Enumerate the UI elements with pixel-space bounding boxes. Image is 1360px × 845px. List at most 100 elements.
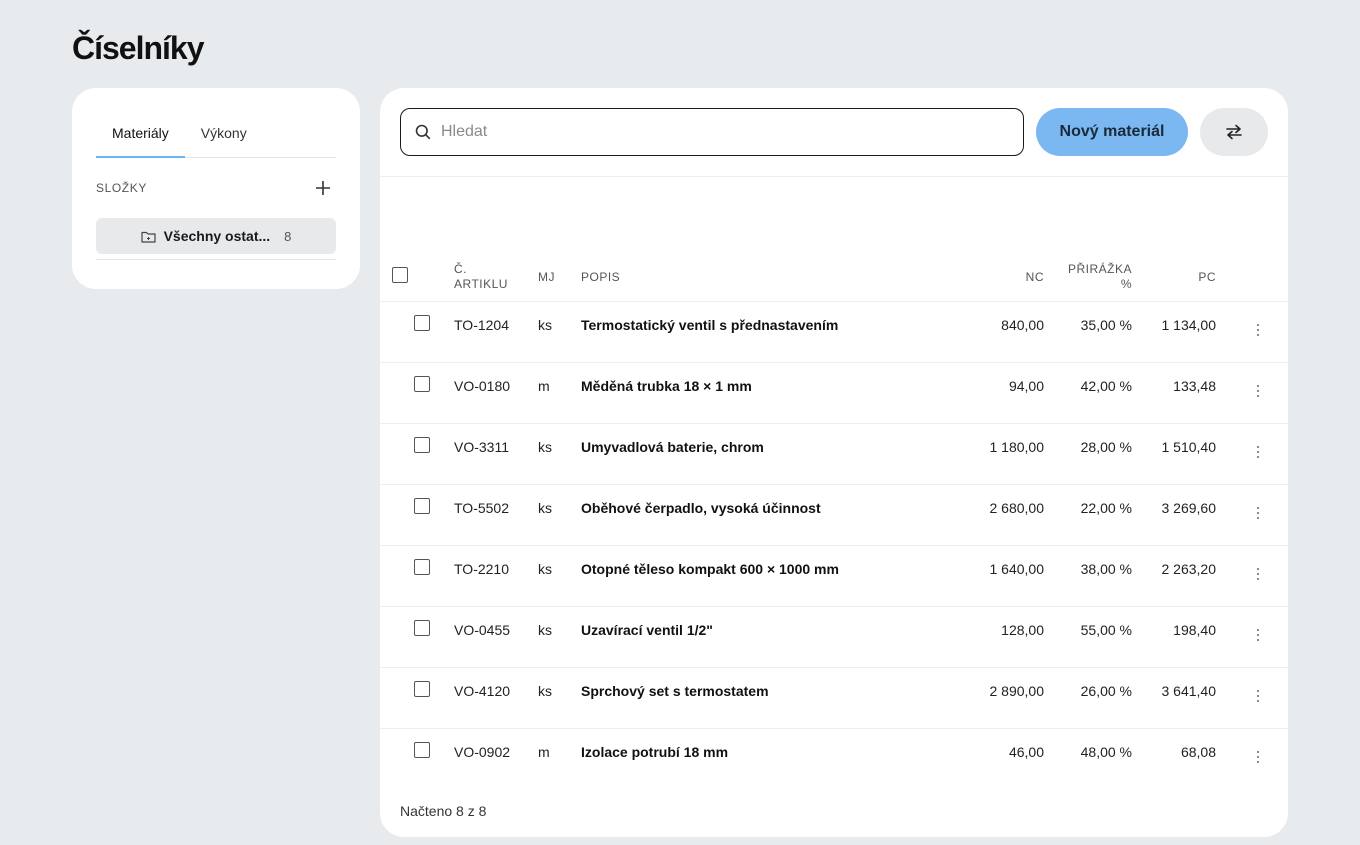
cell-popis: Uzavírací ventil 1/2" [581, 622, 713, 638]
swap-button[interactable] [1200, 108, 1268, 156]
cell-pc: 198,40 [1173, 622, 1216, 638]
row-checkbox[interactable] [414, 559, 430, 575]
tab-materialy[interactable]: Materiály [96, 125, 185, 158]
table-row[interactable]: VO-0180 m Měděná trubka 18 × 1 mm 94,00 … [380, 363, 1288, 424]
row-checkbox-wrap [414, 681, 430, 697]
cell-prirazka: 35,00 % [1080, 317, 1132, 333]
folders-label: SLOŽKY [96, 181, 147, 195]
row-checkbox-wrap [414, 376, 430, 392]
row-checkbox[interactable] [414, 498, 430, 514]
more-vertical-icon[interactable] [1252, 690, 1264, 702]
table-row[interactable]: VO-0902 m Izolace potrubí 18 mm 46,00 48… [380, 729, 1288, 790]
table-body: TO-1204 ks Termostatický ventil s předna… [380, 302, 1288, 790]
column-header-code[interactable]: Č. ARTIKLU [454, 262, 508, 292]
search-icon [415, 124, 431, 140]
folder-icon [140, 231, 156, 243]
row-checkbox[interactable] [414, 681, 430, 697]
row-checkbox-wrap [414, 498, 430, 514]
cell-nc: 2 890,00 [989, 683, 1045, 699]
search-box[interactable] [400, 108, 1024, 156]
folder-name: Všechny ostat... [163, 228, 271, 244]
more-vertical-icon[interactable] [1252, 629, 1264, 641]
row-checkbox-wrap [414, 620, 430, 636]
more-vertical-icon[interactable] [1252, 507, 1264, 519]
cell-pc: 3 269,60 [1161, 500, 1217, 516]
table-row[interactable]: TO-2210 ks Otopné těleso kompakt 600 × 1… [380, 546, 1288, 607]
table-row[interactable]: VO-4120 ks Sprchový set s termostatem 2 … [380, 668, 1288, 729]
cell-mj: m [538, 378, 550, 394]
row-checkbox[interactable] [414, 376, 430, 392]
more-vertical-icon[interactable] [1252, 385, 1264, 397]
cell-prirazka: 28,00 % [1080, 439, 1132, 455]
row-checkbox[interactable] [414, 315, 430, 331]
folder-item-all-others[interactable]: Všechny ostat... 8 [96, 218, 336, 254]
select-all-checkbox-wrap [392, 267, 408, 283]
table-row[interactable]: TO-1204 ks Termostatický ventil s předna… [380, 302, 1288, 363]
more-vertical-icon[interactable] [1252, 446, 1264, 458]
column-header-nc[interactable]: NC [1026, 270, 1044, 284]
cell-mj: ks [538, 500, 552, 516]
cell-nc: 1 180,00 [989, 439, 1045, 455]
cell-prirazka: 48,00 % [1080, 744, 1132, 760]
folder-count: 8 [284, 228, 292, 244]
more-vertical-icon[interactable] [1252, 568, 1264, 580]
tab-vykony[interactable]: Výkony [185, 125, 263, 158]
row-checkbox[interactable] [414, 742, 430, 758]
cell-prirazka: 22,00 % [1080, 500, 1132, 516]
cell-popis: Izolace potrubí 18 mm [581, 744, 729, 760]
select-all-checkbox[interactable] [392, 267, 408, 283]
row-checkbox[interactable] [414, 620, 430, 636]
divider [96, 254, 336, 260]
cell-code: TO-1204 [454, 317, 509, 333]
cell-prirazka: 42,00 % [1080, 378, 1132, 394]
cell-pc: 2 263,20 [1161, 561, 1217, 577]
loaded-count: Načteno 8 z 8 [400, 803, 487, 819]
row-checkbox[interactable] [414, 437, 430, 453]
cell-code: VO-4120 [454, 683, 511, 699]
column-header-mj[interactable]: MJ [538, 270, 555, 284]
cell-mj: ks [538, 683, 552, 699]
cell-popis: Měděná trubka 18 × 1 mm [581, 378, 752, 394]
table-row[interactable]: VO-3311 ks Umyvadlová baterie, chrom 1 1… [380, 424, 1288, 485]
materials-panel: Nový materiál Č. ARTIKLU MJ POPIS NC PŘI… [380, 88, 1288, 837]
column-header-pc[interactable]: PC [1198, 270, 1216, 284]
cell-nc: 840,00 [1001, 317, 1044, 333]
new-material-button[interactable]: Nový materiál [1036, 108, 1188, 156]
toolbar: Nový materiál [380, 88, 1288, 177]
cell-mj: m [538, 744, 550, 760]
cell-prirazka: 26,00 % [1080, 683, 1132, 699]
cell-popis: Otopné těleso kompakt 600 × 1000 mm [581, 561, 839, 577]
more-vertical-icon[interactable] [1252, 751, 1264, 763]
add-folder-button[interactable] [310, 175, 336, 201]
swap-arrows-icon [1226, 124, 1242, 140]
row-checkbox-wrap [414, 315, 430, 331]
cell-nc: 1 640,00 [989, 561, 1045, 577]
cell-pc: 3 641,40 [1161, 683, 1217, 699]
cell-mj: ks [538, 622, 552, 638]
cell-nc: 128,00 [1001, 622, 1044, 638]
cell-code: VO-0455 [454, 622, 511, 638]
sidebar-tabs: Materiály Výkony [96, 88, 336, 158]
folders-header: SLOŽKY [96, 158, 336, 218]
cell-pc: 68,08 [1180, 744, 1216, 760]
cell-mj: ks [538, 561, 552, 577]
column-header-prirazka[interactable]: PŘIRÁŽKA % [1068, 262, 1132, 292]
more-vertical-icon[interactable] [1252, 324, 1264, 336]
cell-popis: Termostatický ventil s přednastavením [581, 317, 839, 333]
search-input[interactable] [441, 123, 1001, 141]
table-row[interactable]: TO-5502 ks Oběhové čerpadlo, vysoká účin… [380, 485, 1288, 546]
row-checkbox-wrap [414, 742, 430, 758]
row-checkbox-wrap [414, 559, 430, 575]
cell-prirazka: 38,00 % [1080, 561, 1132, 577]
cell-popis: Oběhové čerpadlo, vysoká účinnost [581, 500, 821, 516]
table-header: Č. ARTIKLU MJ POPIS NC PŘIRÁŽKA % PC [380, 258, 1288, 302]
cell-code: TO-2210 [454, 561, 509, 577]
cell-code: VO-3311 [454, 439, 509, 455]
cell-nc: 94,00 [1008, 378, 1044, 394]
cell-popis: Umyvadlová baterie, chrom [581, 439, 764, 455]
cell-mj: ks [538, 317, 552, 333]
cell-nc: 2 680,00 [989, 500, 1045, 516]
cell-pc: 1 510,40 [1161, 439, 1217, 455]
column-header-popis[interactable]: POPIS [581, 270, 620, 284]
table-row[interactable]: VO-0455 ks Uzavírací ventil 1/2" 128,00 … [380, 607, 1288, 668]
